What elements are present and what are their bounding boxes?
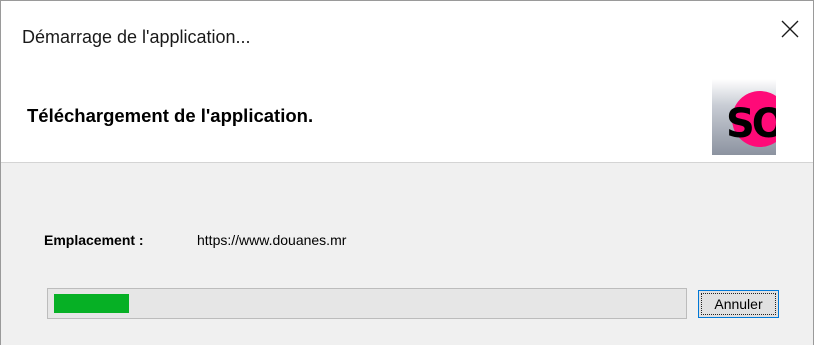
app-logo: SO: [712, 79, 776, 155]
dialog-header: Téléchargement de l'application. SO: [1, 61, 813, 163]
cancel-button[interactable]: Annuler: [698, 290, 779, 318]
dialog-content: Emplacement : https://www.douanes.mr Ann…: [1, 163, 813, 345]
window-title: Démarrage de l'application...: [22, 27, 251, 47]
dialog-window: Démarrage de l'application... Télécharge…: [0, 0, 814, 345]
cancel-button-label: Annuler: [714, 296, 763, 312]
location-label: Emplacement :: [44, 232, 144, 248]
title-bar: Démarrage de l'application...: [1, 1, 813, 61]
location-value: https://www.douanes.mr: [197, 232, 347, 248]
close-button[interactable]: [767, 1, 813, 61]
logo-text: SO: [726, 101, 776, 147]
download-progress-bar: [47, 288, 687, 319]
header-title: Téléchargement de l'application.: [27, 105, 314, 126]
close-icon: [781, 20, 799, 43]
progress-fill: [54, 294, 129, 313]
